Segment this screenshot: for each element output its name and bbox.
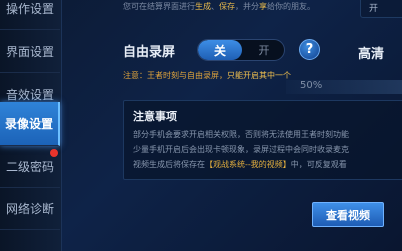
notice-line: 视频生成后将保存在【观战系统--我的视频】中，可反复观看 [133, 159, 347, 170]
notice-line: 少量手机开启后会出现卡顿现象，录屏过程中会同时收录麦克 [133, 145, 349, 154]
toggle-on-option[interactable]: 开 [242, 40, 284, 60]
sidebar-item-secondary-password[interactable]: 二级密码 [0, 146, 60, 188]
hint-generate: 生成 [195, 2, 211, 11]
note-text: 注意：王者时刻与自由录屏， [123, 71, 227, 80]
sidebar-item-label: 音效设置 [5, 88, 54, 102]
top-right-toggle[interactable]: 开 [360, 0, 402, 18]
sidebar-item-operation[interactable]: 操作设置 [0, 0, 60, 30]
auto-record-label: 自由录屏 [123, 45, 176, 60]
share-hint-text: 您可在结算界面进行生成、保存，并分享给你的朋友。 [123, 1, 315, 12]
hint-save: 保存 [219, 2, 235, 11]
notice-title: 注意事项 [133, 110, 177, 123]
sidebar-item-interface[interactable]: 界面设置 [0, 31, 60, 73]
sidebar-item-label: 界面设置 [5, 45, 54, 59]
auto-record-toggle[interactable]: 关 开 [197, 39, 285, 61]
sidebar-item-label: 网络诊断 [5, 202, 54, 216]
toggle-off-option[interactable]: 关 [198, 40, 242, 60]
hint-separator: 、 [211, 2, 219, 11]
hint-post: 给你的朋友。 [267, 2, 315, 11]
notice-line-pre: 视频生成后将保存在 [133, 160, 205, 169]
quality-value: 50% [300, 80, 323, 91]
notice-line: 部分手机会要求开启相关权限，否则将无法使用王者时刻功能 [133, 130, 349, 139]
sidebar-item-recording[interactable]: 录像设置 [0, 102, 60, 146]
hint-share: 享 [259, 2, 267, 11]
sidebar-item-label: 录像设置 [4, 117, 53, 131]
notice-line-post: 中，可反复观看 [290, 160, 347, 169]
top-right-toggle-label: 开 [369, 4, 379, 14]
sidebar-item-network-diagnosis[interactable]: 网络诊断 [0, 188, 60, 230]
record-note: 注意：王者时刻与自由录屏，只能开启其中一个 [123, 70, 291, 81]
sidebar-item-label: 二级密码 [5, 160, 54, 174]
hint-mid: ，并分 [235, 2, 259, 11]
settings-sidebar: 操作设置 界面设置 音效设置 录像设置 二级密码 网络诊断 [0, 0, 62, 251]
my-videos-path: 【观战系统--我的视频】 [205, 160, 291, 169]
hint-pre: 您可在结算界面进行 [123, 2, 195, 11]
help-icon[interactable]: ? [299, 39, 320, 60]
notification-dot [50, 149, 58, 157]
sidebar-item-label: 操作设置 [5, 2, 54, 16]
notice-panel: 注意事项 部分手机会要求开启相关权限，否则将无法使用王者时刻功能 少量手机开启后… [123, 100, 402, 180]
view-video-button[interactable]: 查看视频 [312, 202, 384, 227]
hd-label: 高清 [358, 47, 385, 62]
note-highlight: 只能开启其中一个 [227, 71, 291, 80]
